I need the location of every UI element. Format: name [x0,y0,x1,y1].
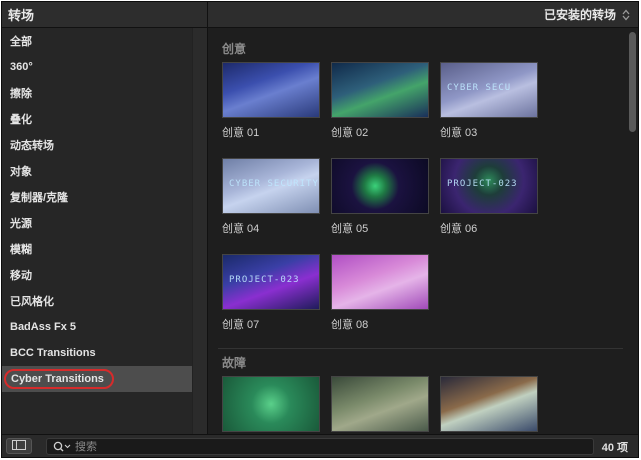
transition-label: 创意 01 [222,127,260,139]
section-divider [218,348,623,349]
sidebar-item-label: 动态转场 [10,140,54,152]
toggle-sidebar-button[interactable] [6,438,32,454]
sidebar-item-label: Cyber Transitions [4,369,114,389]
sidebar-item[interactable]: 动态转场 [2,132,192,158]
sidebar-item-label: 全部 [10,36,32,48]
transition-tile[interactable] [440,376,538,432]
transition-label: 创意 04 [222,223,260,235]
sidebar-item[interactable]: Cyber Transitions [2,366,192,392]
sidebar-item-label: 叠化 [10,114,32,126]
sidebar-item[interactable]: 对象 [2,158,192,184]
transition-tile[interactable]: PROJECT-023 创意 06 [440,158,538,236]
sidebar-item[interactable]: BCC Transitions [2,340,192,366]
sidebar-scrollbar-track[interactable] [192,28,207,434]
search-icon[interactable] [53,441,71,452]
thumbnail-overlay-text: CYBER SECURITY [229,179,319,189]
sidebar-item[interactable]: 360° [2,54,192,80]
transition-tile[interactable]: 创意 01 [222,62,320,140]
transition-tile[interactable] [331,376,429,432]
sidebar-item[interactable]: 已风格化 [2,288,192,314]
sidebar-toggle-icon [12,437,26,455]
sidebar-item[interactable]: 叠化 [2,106,192,132]
installed-transitions-filter[interactable]: 已安装的转场 [544,6,616,23]
section-title: 创意 [222,42,247,56]
sidebar-item-label: 360° [10,61,33,73]
transition-thumbnail[interactable]: PROJECT-023 [440,158,538,214]
category-sidebar: 转场 全部 360° 擦除叠化动态转场对象复制器/克隆 光源模糊移动已风格化 BadAs… [2,2,208,434]
transition-thumbnail[interactable] [331,158,429,214]
sidebar-header: 转场 [2,2,207,28]
transition-label: 创意 02 [331,127,369,139]
transition-thumbnail[interactable] [331,62,429,118]
transition-label: 创意 07 [222,319,260,331]
sidebar-title: 转场 [8,8,35,23]
transition-tile[interactable]: CYBER SECURITY 创意 04 [222,158,320,236]
transition-tile[interactable]: 创意 08 [331,254,429,332]
transition-thumbnail[interactable] [331,376,429,432]
transition-thumbnail[interactable]: CYBER SECURITY [222,158,320,214]
sidebar-item-label: 复制器/克隆 [10,192,69,204]
transition-label: 创意 05 [331,223,369,235]
sidebar-item-label: 对象 [10,166,32,178]
transition-label: 创意 03 [440,127,478,139]
transitions-grid-panel: 已安装的转场 创意 创意 01 创意 02 CYBER SECU 创意 03 CYBER … [208,2,638,434]
transition-thumbnail[interactable] [440,376,538,432]
transition-label: 创意 08 [331,319,369,331]
sidebar-item[interactable]: 移动 [2,262,192,288]
transition-thumbnail[interactable] [222,62,320,118]
thumbnail-overlay-text: PROJECT-023 [229,275,300,285]
bottom-toolbar: 40 项 [2,434,638,457]
sidebar-item[interactable]: 光源 [2,210,192,236]
transition-tile[interactable]: CYBER SECU 创意 03 [440,62,538,140]
sidebar-item-label: BadAss Fx 5 [10,321,77,333]
transition-thumbnail[interactable] [222,376,320,432]
transition-tile[interactable]: 创意 05 [331,158,429,236]
grid-scrollbar-thumb[interactable] [629,32,636,132]
grid-header: 已安装的转场 [208,2,638,28]
transitions-browser-window: 转场 全部 360° 擦除叠化动态转场对象复制器/克隆 光源模糊移动已风格化 BadAs… [1,1,639,458]
sidebar-item[interactable]: 擦除 [2,80,192,106]
category-list: 全部 360° 擦除叠化动态转场对象复制器/克隆 光源模糊移动已风格化 BadAss F… [2,28,192,392]
sidebar-item-label: 已风格化 [10,296,54,308]
transition-tile[interactable] [222,376,320,432]
sidebar-item[interactable]: 复制器/克隆 [2,184,192,210]
section-title: 故障 [222,356,247,370]
sidebar-item-label: 移动 [10,270,32,282]
thumbnail-overlay-text: PROJECT-023 [447,179,518,189]
transition-thumbnail[interactable] [331,254,429,310]
sidebar-item-label: 擦除 [10,88,32,100]
search-field[interactable] [46,438,594,455]
search-input[interactable] [71,440,555,453]
item-count: 40 项 [601,442,628,454]
sidebar-item-label: 模糊 [10,244,32,256]
sidebar-item-label: 光源 [10,218,32,230]
transition-label: 创意 06 [440,223,478,235]
transition-tile[interactable]: PROJECT-023 创意 07 [222,254,320,332]
transition-thumbnail[interactable]: CYBER SECU [440,62,538,118]
sidebar-item-label: BCC Transitions [10,347,96,359]
sidebar-item[interactable]: BadAss Fx 5 [2,314,192,340]
sidebar-item[interactable]: 模糊 [2,236,192,262]
filter-updown-icon[interactable] [622,9,630,21]
sidebar-item[interactable]: 全部 [2,28,192,54]
thumbnail-overlay-text: CYBER SECU [447,83,512,93]
transition-tile[interactable]: 创意 02 [331,62,429,140]
transition-thumbnail[interactable]: PROJECT-023 [222,254,320,310]
